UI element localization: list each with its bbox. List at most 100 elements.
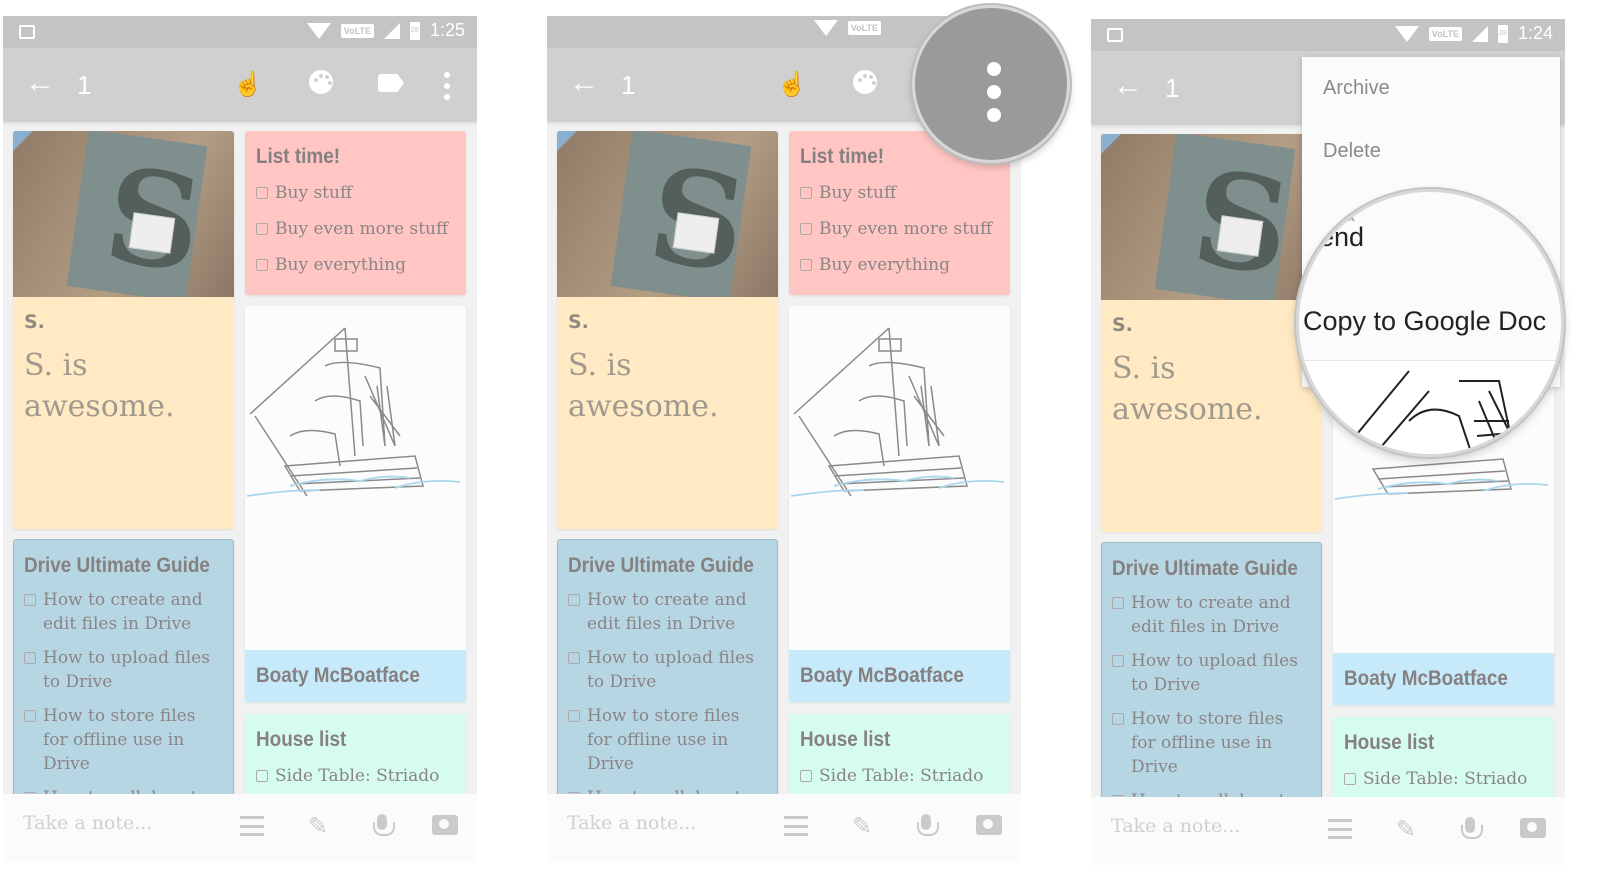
battery-icon: 28 — [1497, 24, 1508, 43]
list-item: How to store files for offline use in Dr… — [1112, 707, 1311, 779]
status-bar: VoLTE 28 1:25 — [3, 16, 477, 48]
more-options-icon[interactable] — [443, 72, 451, 100]
clock: 1:25 — [429, 20, 465, 40]
menu-item-archive[interactable]: Archive — [1323, 77, 1390, 100]
list-item: Side Table: Striado — [1344, 767, 1543, 791]
back-arrow-icon[interactable]: ← — [569, 68, 599, 98]
menu-item-send[interactable]: end — [1319, 222, 1364, 253]
list-item: Buy even more stuff — [800, 217, 999, 241]
drawing-pen-icon[interactable]: ✎ — [847, 812, 877, 841]
drawing-pen-icon[interactable]: ✎ — [1391, 815, 1421, 844]
note-title: Boaty McBoatface — [800, 664, 964, 687]
checkbox[interactable] — [800, 223, 812, 235]
take-a-note-input[interactable]: Take a note... — [1111, 815, 1240, 837]
microphone-icon[interactable] — [367, 812, 397, 836]
list-item: Side Table: Striado — [256, 764, 455, 788]
checkbox[interactable] — [800, 770, 812, 782]
back-arrow-icon[interactable]: ← — [1113, 71, 1143, 101]
image-notification-icon — [1107, 28, 1123, 42]
checkbox[interactable] — [256, 770, 268, 782]
note-s[interactable]: S S. S. is awesome. — [1101, 134, 1322, 532]
color-palette-icon[interactable] — [309, 70, 339, 94]
checkbox[interactable] — [1112, 713, 1124, 725]
selected-tag-icon — [557, 131, 577, 151]
list-item: How to create and edit files in Drive — [568, 588, 767, 636]
note-photo: S — [1101, 134, 1322, 300]
status-bar: VoLTE 28 1:24 — [1091, 19, 1565, 51]
bottom-bar: Take a note... ✎ — [3, 794, 477, 862]
note-title: Drive Ultimate Guide — [1112, 557, 1298, 580]
camera-icon[interactable] — [430, 812, 460, 835]
list-item: How to store files for offline use in Dr… — [568, 704, 767, 776]
checkbox[interactable] — [24, 652, 36, 664]
volte-icon: VoLTE — [340, 23, 374, 38]
note-text: S. is awesome. — [1112, 351, 1263, 427]
more-options-icon — [987, 62, 1001, 122]
wifi-icon — [1394, 25, 1419, 42]
selected-tag-icon — [1101, 134, 1121, 154]
menu-item-copy-to-google-doc[interactable]: Copy to Google Doc — [1303, 306, 1546, 337]
battery-icon: 28 — [409, 21, 420, 40]
note-title: House list — [1344, 731, 1435, 754]
note-title: Drive Ultimate Guide — [24, 554, 210, 577]
note-text: S. is awesome. — [568, 348, 719, 424]
menu-item-delete[interactable]: Delete — [1323, 140, 1381, 163]
wifi-icon — [813, 20, 838, 36]
magnified-menu: Ma end Copy to Google Doc — [1296, 189, 1564, 457]
magnified-more-options-button[interactable] — [912, 5, 1070, 163]
phone-screen-1: VoLTE 28 1:25 ← 1 ☝ S S. S. is awesome. … — [3, 16, 477, 862]
signal-icon — [383, 22, 400, 39]
note-boaty[interactable]: Boaty McBoatface — [789, 306, 1010, 702]
checkbox[interactable] — [1112, 597, 1124, 609]
microphone-icon[interactable] — [911, 812, 941, 836]
note-s[interactable]: S S. S. is awesome. — [13, 131, 234, 529]
checkbox[interactable] — [256, 223, 268, 235]
note-list-time[interactable]: List time! Buy stuff Buy even more stuff… — [245, 131, 466, 295]
note-title: Boaty McBoatface — [1344, 667, 1508, 690]
checkbox[interactable] — [256, 259, 268, 271]
wifi-icon — [306, 22, 331, 39]
back-arrow-icon[interactable]: ← — [25, 68, 55, 98]
checkbox[interactable] — [800, 187, 812, 199]
note-title: S. — [568, 311, 589, 333]
image-notification-icon — [19, 25, 35, 39]
checkbox[interactable] — [256, 187, 268, 199]
reminder-finger-icon[interactable]: ☝ — [233, 70, 263, 99]
drawing-pen-icon[interactable]: ✎ — [303, 812, 333, 841]
microphone-icon[interactable] — [1455, 815, 1485, 839]
note-text: S. is awesome. — [24, 348, 175, 424]
selected-count: 1 — [621, 70, 636, 100]
bottom-bar: Take a note... ✎ — [547, 794, 1021, 862]
note-title: List time! — [256, 145, 341, 168]
checkbox[interactable] — [1112, 655, 1124, 667]
bottom-bar: Take a note... ✎ — [1091, 797, 1565, 865]
note-s[interactable]: S S. S. is awesome. — [557, 131, 778, 529]
checkbox[interactable] — [568, 710, 580, 722]
note-boaty[interactable]: Boaty McBoatface — [245, 306, 466, 702]
clock: 1:24 — [1517, 23, 1553, 43]
list-item: Buy stuff — [800, 181, 999, 205]
label-icon[interactable] — [378, 70, 408, 92]
selection-toolbar: ← 1 ☝ — [3, 48, 477, 122]
checkbox[interactable] — [24, 710, 36, 722]
list-item: How to store files for offline use in Dr… — [24, 704, 223, 776]
ship-drawing — [789, 306, 1010, 650]
new-list-icon[interactable] — [240, 812, 270, 836]
new-list-icon[interactable] — [1328, 815, 1358, 839]
checkbox[interactable] — [568, 594, 580, 606]
selected-count: 1 — [1165, 73, 1180, 103]
reminder-finger-icon[interactable]: ☝ — [777, 70, 807, 99]
checkbox[interactable] — [24, 594, 36, 606]
list-item: How to create and edit files in Drive — [24, 588, 223, 636]
checkbox[interactable] — [568, 652, 580, 664]
color-palette-icon[interactable] — [853, 70, 883, 94]
volte-icon: VoLTE — [1428, 26, 1462, 41]
checkbox[interactable] — [1344, 773, 1356, 785]
take-a-note-input[interactable]: Take a note... — [567, 812, 696, 834]
take-a-note-input[interactable]: Take a note... — [23, 812, 152, 834]
camera-icon[interactable] — [1518, 815, 1548, 838]
checkbox[interactable] — [800, 259, 812, 271]
camera-icon[interactable] — [974, 812, 1004, 835]
list-item: Buy everything — [800, 253, 999, 277]
new-list-icon[interactable] — [784, 812, 814, 836]
